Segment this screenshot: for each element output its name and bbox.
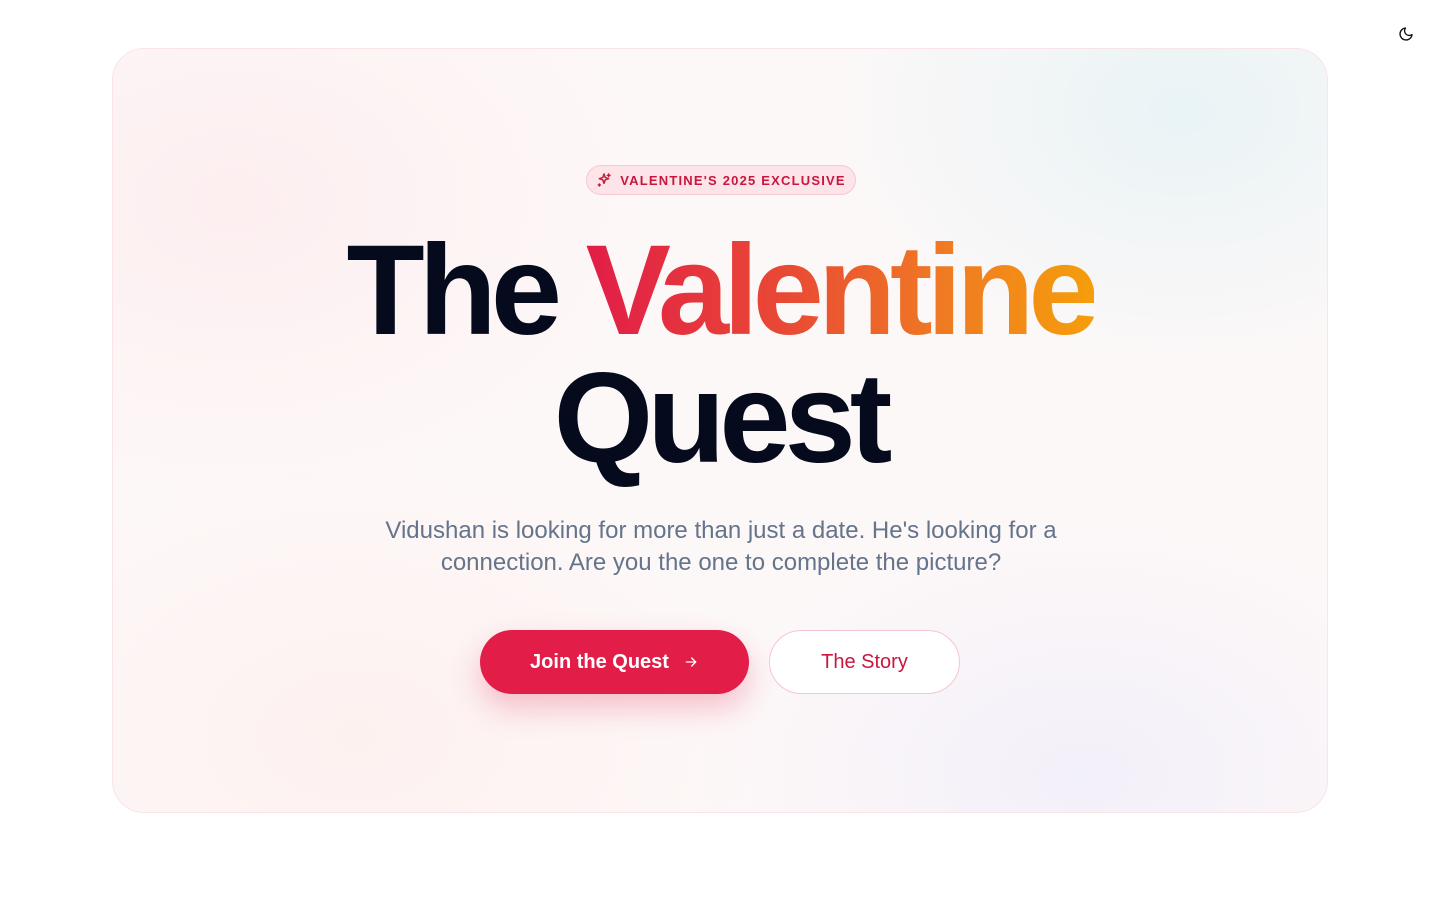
title-word-the: The	[346, 219, 562, 362]
exclusive-badge: VALENTINE'S 2025 EXCLUSIVE	[586, 165, 856, 195]
sparkle-icon	[596, 172, 612, 188]
hero-title-line-1: The Valentine	[113, 227, 1327, 355]
title-word-valentine: Valentine	[585, 219, 1100, 362]
the-story-label: The Story	[821, 650, 908, 673]
the-story-button[interactable]: The Story	[769, 630, 960, 694]
theme-toggle-button[interactable]	[1394, 22, 1418, 46]
title-word-quest: Quest	[553, 347, 893, 490]
badge-label: VALENTINE'S 2025 EXCLUSIVE	[620, 172, 846, 188]
hero-title: The Valentine Quest	[113, 227, 1327, 483]
join-quest-label: Join the Quest	[530, 650, 669, 673]
hero-card: VALENTINE'S 2025 EXCLUSIVE The Valentine…	[112, 48, 1328, 813]
join-quest-button[interactable]: Join the Quest	[480, 630, 749, 694]
hero-subtitle: Vidushan is looking for more than just a…	[385, 517, 1057, 576]
moon-icon	[1398, 26, 1414, 42]
cta-row: Join the Quest The Story	[480, 630, 960, 694]
arrow-right-icon	[683, 654, 699, 670]
